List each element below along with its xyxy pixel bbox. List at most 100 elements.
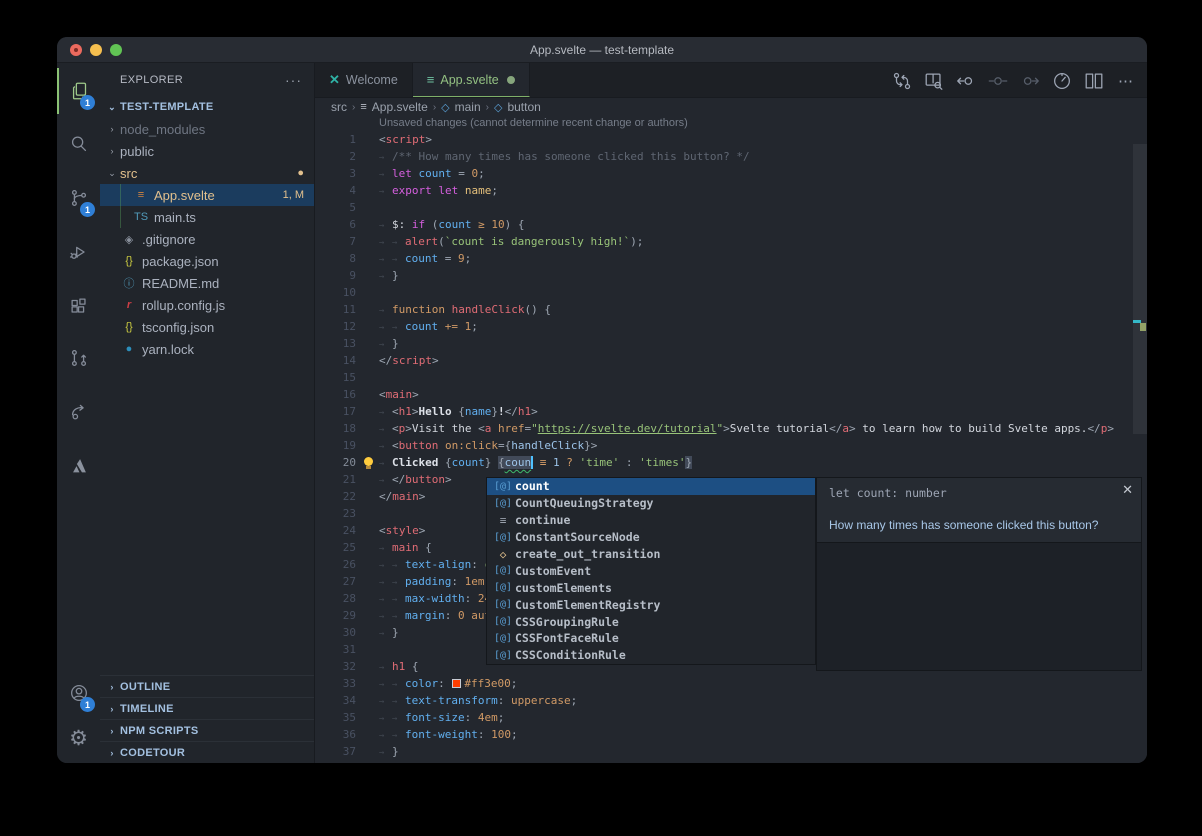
code-line-7[interactable]: 7→→alert(`count is dangerously high!`); — [315, 233, 1133, 250]
suggest-item-customelementregistry[interactable]: [@]CustomElementRegistry — [487, 596, 815, 613]
breadcrumb-separator: › — [486, 102, 489, 113]
suggest-label: create_out_transition — [515, 547, 660, 561]
line-number: 27 — [315, 573, 356, 590]
breadcrumb-item-app-svelte[interactable]: App.svelte — [372, 100, 428, 114]
suggest-item-cssfontfacerule[interactable]: [@]CSSFontFaceRule — [487, 630, 815, 647]
code-line-16[interactable]: 16<main> — [315, 386, 1133, 403]
breadcrumb-item-main[interactable]: main — [455, 100, 481, 114]
file-item-main-ts[interactable]: TSmain.ts — [100, 206, 314, 228]
suggest-item-customelements[interactable]: [@]customElements — [487, 579, 815, 596]
code-line-36[interactable]: 36→→font-weight: 100; — [315, 726, 1133, 743]
code-line-20[interactable]: 20→Clicked {count} {coun ≡ 1 ? 'time' : … — [315, 454, 1133, 471]
code-token: style — [386, 524, 419, 537]
tab-app-svelte[interactable]: ≡App.svelte — [413, 63, 530, 97]
root-folder-header[interactable]: ⌄ TEST-TEMPLATE — [100, 96, 314, 118]
suggest-item-create_out_transition[interactable]: ◇create_out_transition — [487, 546, 815, 563]
suggest-item-constantsourcenode[interactable]: [@]ConstantSourceNode — [487, 529, 815, 546]
more-actions-icon[interactable]: ··· — [285, 72, 302, 88]
code-line-10[interactable]: 10 — [315, 284, 1133, 301]
file-item-node-modules[interactable]: ›node_modules — [100, 118, 314, 140]
search-icon[interactable] — [57, 121, 100, 167]
tab-whitespace-icon: → — [379, 745, 392, 762]
tab-welcome[interactable]: ✕Welcome — [315, 63, 413, 97]
run-debug-icon[interactable] — [57, 229, 100, 275]
file-item-readme-md[interactable]: ⓘREADME.md — [100, 272, 314, 294]
code-token: { — [458, 405, 465, 418]
lightbulb-icon[interactable] — [363, 457, 374, 468]
file-item--gitignore[interactable]: ◈.gitignore — [100, 228, 314, 250]
code-token: ; — [471, 320, 478, 333]
section-codetour[interactable]: ›CODETOUR — [100, 741, 314, 763]
code-line-3[interactable]: 3→let count = 0; — [315, 165, 1133, 182]
code-line-6[interactable]: 6→$: if (count ≥ 10) { — [315, 216, 1133, 233]
source-control-icon[interactable]: 1 — [57, 175, 100, 221]
code-line-9[interactable]: 9→} — [315, 267, 1133, 284]
suggest-item-countqueuingstrategy[interactable]: [@]CountQueuingStrategy — [487, 495, 815, 512]
extensions-icon[interactable] — [57, 283, 100, 329]
suggest-item-continue[interactable]: ≡continue — [487, 512, 815, 529]
code-line-2[interactable]: 2→/** How many times has someone clicked… — [315, 148, 1133, 165]
code-line-33[interactable]: 33→→color: #ff3e00; — [315, 675, 1133, 692]
code-line-14[interactable]: 14</script> — [315, 352, 1133, 369]
code-token — [458, 320, 465, 333]
suggest-item-customevent[interactable]: [@]CustomEvent — [487, 562, 815, 579]
accounts-icon[interactable]: 1 — [57, 670, 100, 716]
chevron-down-icon: ⌄ — [104, 102, 120, 113]
go-forward-icon[interactable] — [1017, 68, 1043, 94]
pull-requests-icon[interactable] — [57, 335, 100, 381]
code-token: `count is dangerously high!` — [445, 235, 630, 248]
section-outline[interactable]: ›OUTLINE — [100, 675, 314, 697]
current-position-icon[interactable] — [985, 68, 1011, 94]
code-line-5[interactable]: 5 — [315, 199, 1133, 216]
suggest-item-count[interactable]: [@]count — [487, 478, 815, 495]
line-number: 33 — [315, 675, 356, 692]
live-share-icon[interactable] — [57, 389, 100, 435]
file-label: src — [120, 166, 297, 181]
code-line-17[interactable]: 17→<h1>Hello {name}!</h1> — [315, 403, 1133, 420]
code-line-19[interactable]: 19→<button on:click={handleClick}> — [315, 437, 1133, 454]
code-line-34[interactable]: 34→→text-transform: uppercase; — [315, 692, 1133, 709]
section-timeline[interactable]: ›TIMELINE — [100, 697, 314, 719]
code-line-1[interactable]: 1<script> — [315, 131, 1133, 148]
file-item-package-json[interactable]: {}package.json — [100, 250, 314, 272]
explorer-icon[interactable]: 1 — [57, 68, 100, 114]
breadcrumb-item-button[interactable]: button — [507, 100, 540, 114]
file-item-rollup-config-js[interactable]: rrollup.config.js — [100, 294, 314, 316]
close-icon[interactable]: ✕ — [1122, 482, 1133, 498]
suggest-item-cssconditionrule[interactable]: [@]CSSConditionRule — [487, 647, 815, 664]
file-item-public[interactable]: ›public — [100, 140, 314, 162]
code-line-37[interactable]: 37→} — [315, 743, 1133, 760]
file-item-tsconfig-json[interactable]: {}tsconfig.json — [100, 316, 314, 338]
azure-icon[interactable] — [57, 443, 100, 489]
open-preview-icon[interactable] — [921, 68, 947, 94]
code-line-18[interactable]: 18→<p>Visit the <a href="https://svelte.… — [315, 420, 1133, 437]
file-item-app-svelte[interactable]: ≡App.svelte1, M — [100, 184, 314, 206]
code-token: Hello — [419, 405, 459, 418]
settings-icon[interactable]: ⚙ — [57, 715, 100, 761]
title-bar[interactable]: App.svelte — test-template — [57, 37, 1147, 63]
code-line-13[interactable]: 13→} — [315, 335, 1133, 352]
chevron-icon: ⌄ — [104, 168, 120, 179]
code-line-4[interactable]: 4→export let name; — [315, 182, 1133, 199]
code-token: > — [723, 422, 730, 435]
source-control-compare-icon[interactable] — [889, 68, 915, 94]
tab-label: App.svelte — [440, 73, 498, 87]
more-actions-icon[interactable]: ⋯ — [1113, 68, 1139, 94]
scrollbar-slider[interactable] — [1133, 144, 1147, 434]
code-line-11[interactable]: 11→function handleClick() { — [315, 301, 1133, 318]
suggest-item-cssgroupingrule[interactable]: [@]CSSGroupingRule — [487, 613, 815, 630]
indent-guide — [120, 184, 121, 206]
modified-dot-icon[interactable] — [507, 76, 515, 84]
code-line-8[interactable]: 8→→count = 9; — [315, 250, 1133, 267]
line-number: 26 — [315, 556, 356, 573]
code-line-35[interactable]: 35→→font-size: 4em; — [315, 709, 1133, 726]
go-back-icon[interactable] — [953, 68, 979, 94]
code-line-15[interactable]: 15 — [315, 369, 1133, 386]
run-timer-icon[interactable] — [1049, 68, 1075, 94]
file-item-src[interactable]: ⌄src● — [100, 162, 314, 184]
file-item-yarn-lock[interactable]: ●yarn.lock — [100, 338, 314, 360]
breadcrumb-item-src[interactable]: src — [331, 100, 347, 114]
split-editor-icon[interactable] — [1081, 68, 1107, 94]
section-npm-scripts[interactable]: ›NPM SCRIPTS — [100, 719, 314, 741]
code-line-12[interactable]: 12→→count += 1; — [315, 318, 1133, 335]
